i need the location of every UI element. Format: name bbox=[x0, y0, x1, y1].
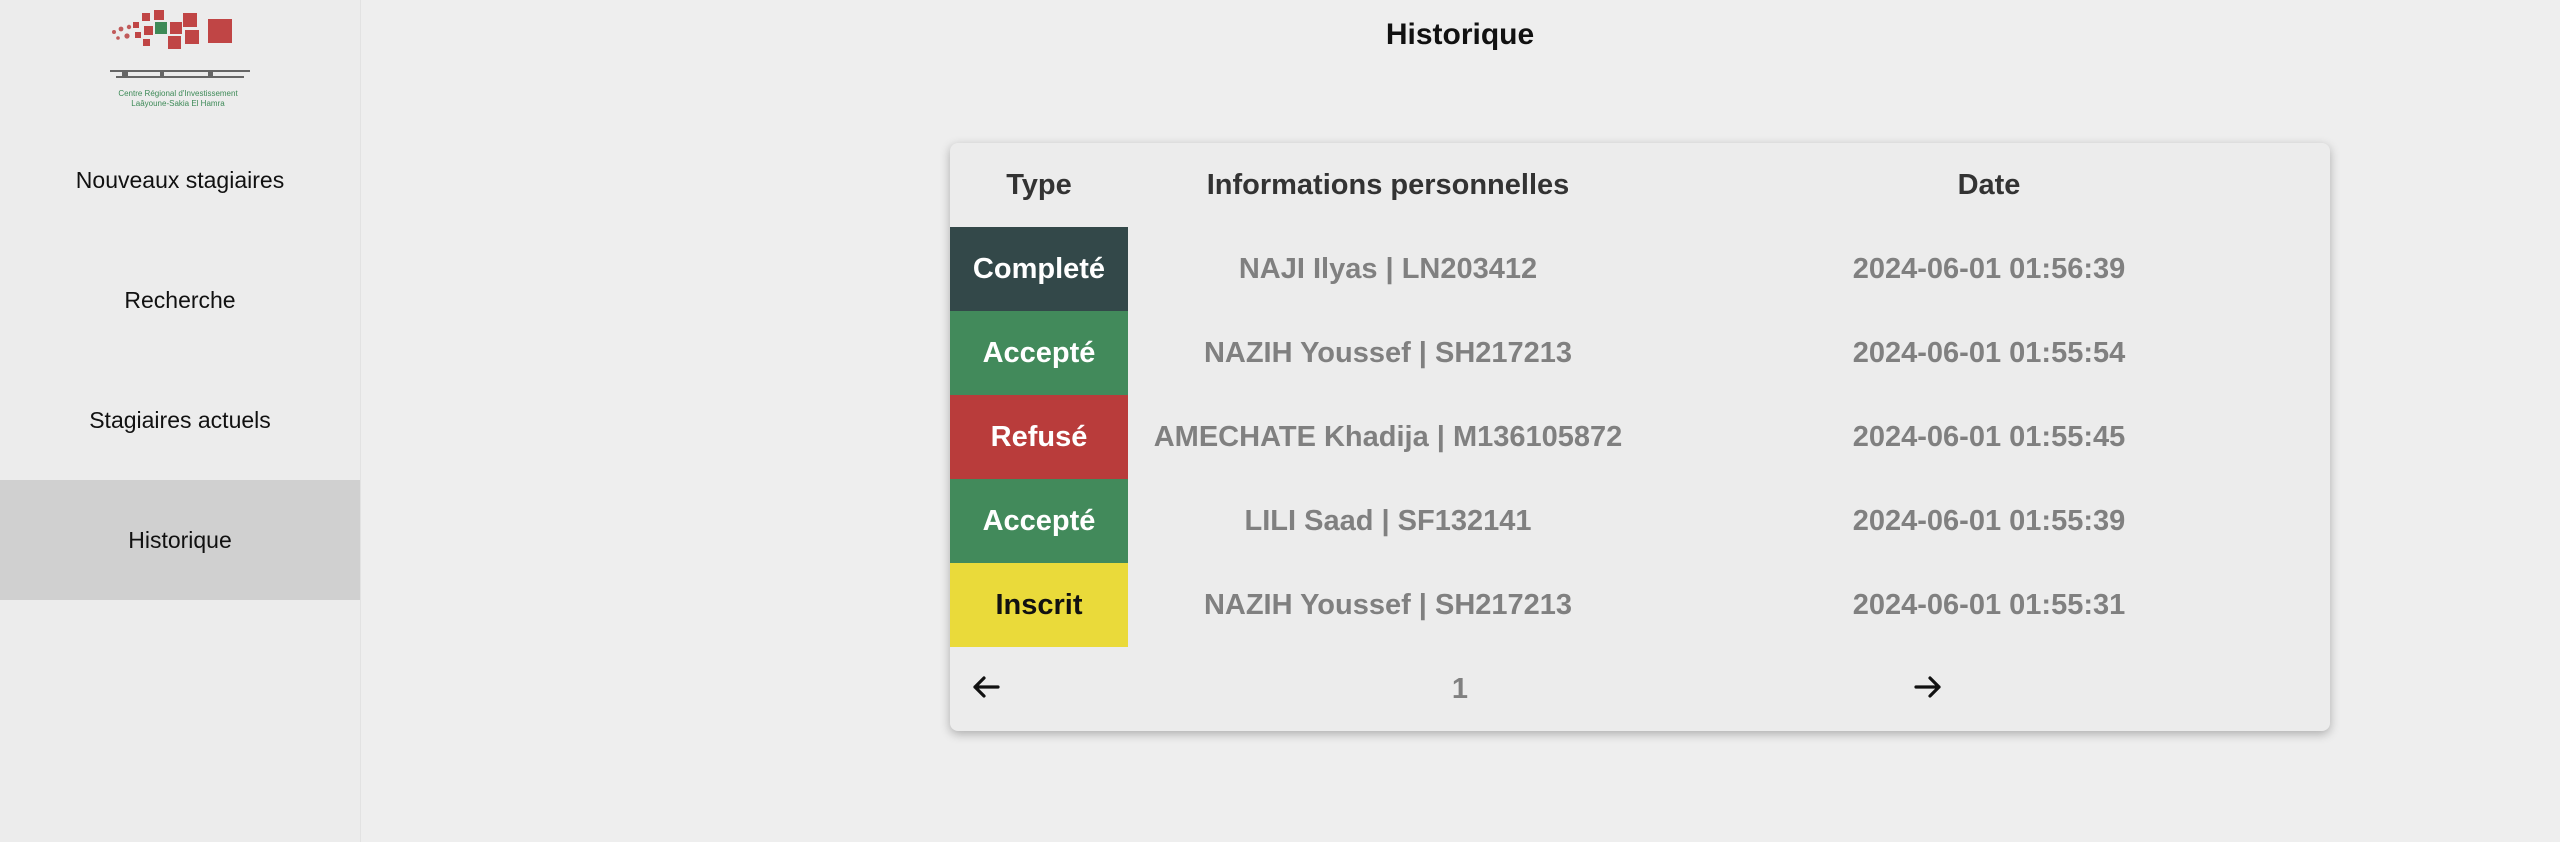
pagination: 1 bbox=[950, 647, 2330, 731]
svg-text:Laâyoune-Sakia El Hamra: Laâyoune-Sakia El Hamra bbox=[131, 99, 225, 108]
status-badge: Accepté bbox=[950, 479, 1128, 563]
logo-image: Centre Régional d'Investissement Laâyoun… bbox=[110, 10, 250, 108]
personal-info-cell: NAJI Ilyas | LN203412 bbox=[1238, 252, 1538, 285]
personal-info-cell: AMECHATE Khadija | M136105872 bbox=[1153, 420, 1623, 453]
arrow-right-icon bbox=[1914, 676, 1941, 698]
sidebar-item-label: Nouveaux stagiaires bbox=[75, 166, 285, 193]
column-header-date: Date bbox=[1957, 168, 2021, 201]
status-badge: Inscrit bbox=[950, 563, 1128, 647]
sidebar-item-label: Stagiaires actuels bbox=[89, 406, 271, 433]
status-badge: Refusé bbox=[950, 395, 1128, 479]
svg-text:Centre Régional d'Investisseme: Centre Régional d'Investissement bbox=[118, 89, 238, 98]
date-cell: 2024-06-01 01:55:54 bbox=[1852, 336, 2126, 369]
table-row: Inscrit NAZIH Youssef | SH217213 2024-06… bbox=[950, 563, 2330, 647]
page-number: 1 bbox=[1451, 672, 1469, 705]
sidebar-item-historique[interactable]: Historique bbox=[0, 480, 360, 600]
status-badge: Accepté bbox=[950, 311, 1128, 395]
date-cell: 2024-06-01 01:55:39 bbox=[1852, 504, 2126, 537]
next-page-button[interactable] bbox=[1908, 667, 1948, 707]
sidebar-item-label: Recherche bbox=[124, 286, 236, 313]
status-badge: Completé bbox=[950, 227, 1128, 311]
sidebar-item-stagiaires-actuels[interactable]: Stagiaires actuels bbox=[0, 360, 360, 480]
history-table-card: Type Informations personnelles Date Comp… bbox=[950, 143, 2330, 731]
sidebar-item-label: Historique bbox=[128, 526, 232, 553]
page-title: Historique bbox=[1385, 18, 1535, 51]
table-header-row: Type Informations personnelles Date bbox=[950, 143, 2330, 227]
sidebar-item-nouveaux-stagiaires[interactable]: Nouveaux stagiaires bbox=[0, 120, 360, 240]
date-cell: 2024-06-01 01:55:45 bbox=[1852, 420, 2126, 453]
logo: Centre Régional d'Investissement Laâyoun… bbox=[100, 8, 256, 112]
column-header-info: Informations personnelles bbox=[1206, 168, 1570, 201]
personal-info-cell: NAZIH Youssef | SH217213 bbox=[1203, 588, 1573, 621]
column-header-type: Type bbox=[1006, 168, 1072, 201]
date-cell: 2024-06-01 01:56:39 bbox=[1852, 252, 2126, 285]
personal-info-cell: LILI Saad | SF132141 bbox=[1244, 504, 1532, 537]
date-cell: 2024-06-01 01:55:31 bbox=[1852, 588, 2126, 621]
main-content: Historique Type Informations personnelle… bbox=[360, 0, 2560, 842]
personal-info-cell: NAZIH Youssef | SH217213 bbox=[1203, 336, 1573, 369]
table-row: Refusé AMECHATE Khadija | M136105872 202… bbox=[950, 395, 2330, 479]
sidebar: Centre Régional d'Investissement Laâyoun… bbox=[0, 0, 361, 842]
sidebar-item-recherche[interactable]: Recherche bbox=[0, 240, 360, 360]
table-row: Completé NAJI Ilyas | LN203412 2024-06-0… bbox=[950, 227, 2330, 311]
table-row: Accepté NAZIH Youssef | SH217213 2024-06… bbox=[950, 311, 2330, 395]
table-row: Accepté LILI Saad | SF132141 2024-06-01 … bbox=[950, 479, 2330, 563]
